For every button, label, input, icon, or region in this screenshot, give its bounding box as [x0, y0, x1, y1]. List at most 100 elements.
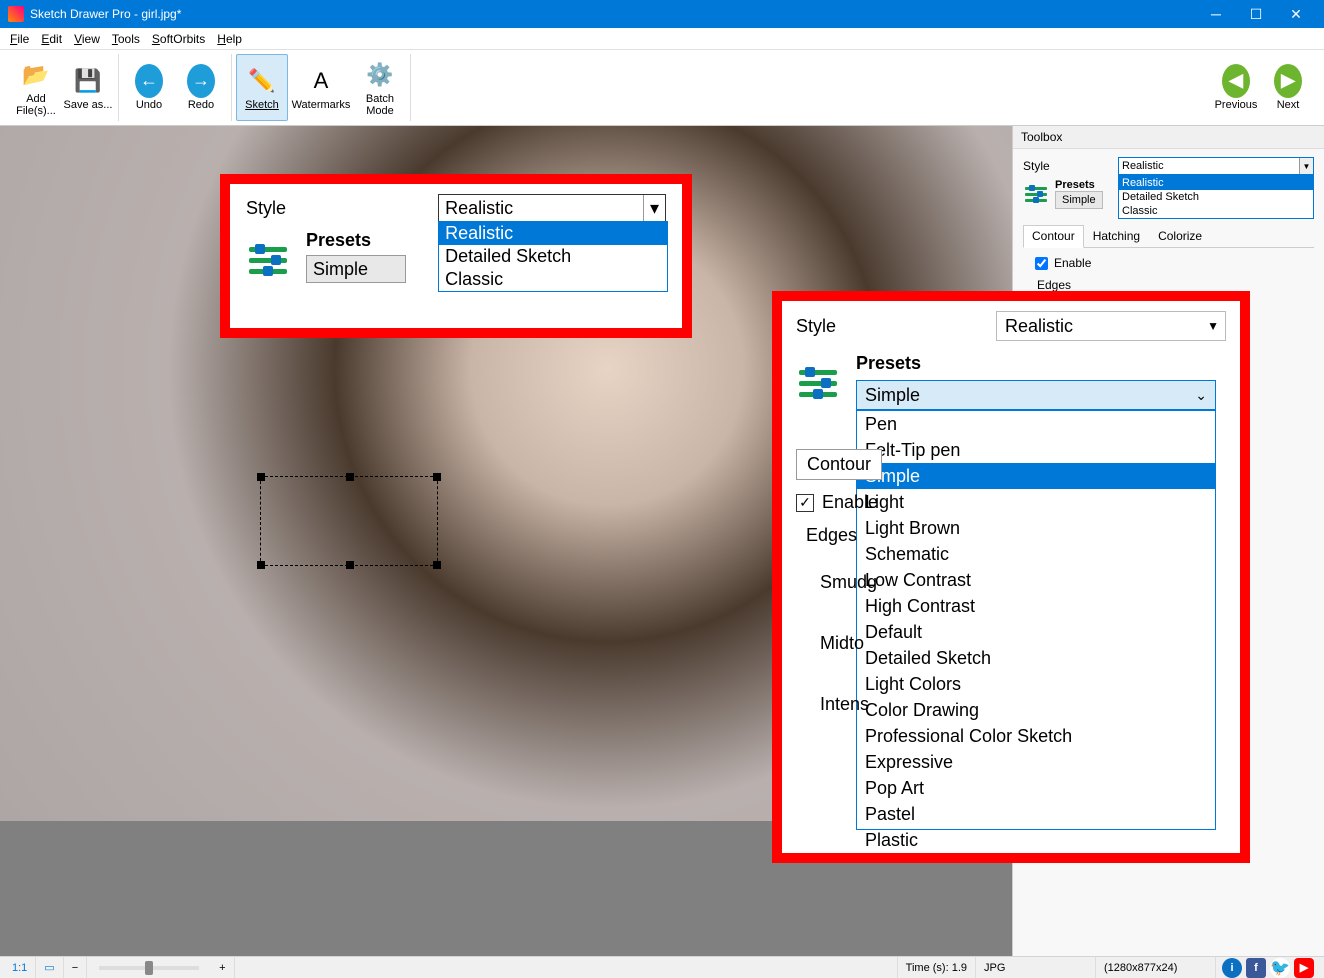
redo-icon: → [187, 67, 215, 95]
c1-presets-label: Presets [306, 230, 406, 251]
minimize-button[interactable]: ─ [1196, 0, 1236, 28]
zoom-slider[interactable] [99, 966, 199, 970]
c2-preset-option[interactable]: Professional Color Sketch [857, 723, 1215, 749]
c2-preset-option[interactable]: Low Contrast [857, 567, 1215, 593]
c2-preset-option[interactable]: Schematic [857, 541, 1215, 567]
batch-mode-button[interactable]: ⚙️Batch Mode [354, 54, 406, 121]
add-files-icon: 📂 [22, 61, 50, 89]
selection-handle[interactable] [433, 561, 441, 569]
c1-simple-button[interactable]: Simple [306, 255, 406, 283]
save-as-button[interactable]: 💾Save as... [62, 54, 114, 121]
toolbar: 📂Add File(s)... 💾Save as... ←Undo →Redo … [0, 50, 1324, 126]
status-dimensions: (1280x877x24) [1096, 957, 1216, 978]
selection-handle[interactable] [346, 473, 354, 481]
c2-preset-option[interactable]: Expressive [857, 749, 1215, 775]
c2-preset-option[interactable]: Light Colors [857, 671, 1215, 697]
sketch-icon: ✏️ [248, 67, 276, 95]
facebook-icon[interactable]: f [1246, 958, 1266, 978]
next-button[interactable]: ▶Next [1262, 54, 1314, 121]
c1-style-label: Style [246, 198, 438, 219]
tab-colorize[interactable]: Colorize [1149, 225, 1211, 247]
menu-file[interactable]: File [4, 30, 35, 48]
menu-view[interactable]: View [68, 30, 106, 48]
twitter-icon[interactable]: 🐦 [1270, 958, 1290, 978]
titlebar: Sketch Drawer Pro - girl.jpg* ─ ☐ ✕ [0, 0, 1324, 28]
callout-style-dropdown: Style Realistic ▾ Realistic Detailed Ske… [220, 174, 692, 338]
c2-enable-checkbox[interactable]: ✓ [796, 494, 814, 512]
tab-hatching[interactable]: Hatching [1084, 225, 1149, 247]
c2-style-combobox[interactable]: Realistic ▼ [996, 311, 1226, 341]
c2-preset-option[interactable]: Simple [857, 463, 1215, 489]
enable-checkbox[interactable] [1035, 257, 1048, 270]
c2-edges-label: Edges [806, 525, 882, 546]
c2-preset-option[interactable]: Default [857, 619, 1215, 645]
toolbox-tabs: Contour Hatching Colorize [1023, 225, 1314, 248]
c1-style-dropdown: Realistic Detailed Sketch Classic [438, 221, 668, 292]
menu-help[interactable]: Help [211, 30, 248, 48]
undo-icon: ← [135, 67, 163, 95]
c2-preset-option[interactable]: Pop Art [857, 775, 1215, 801]
social-links: i f 🐦 ▶ [1216, 958, 1320, 978]
presets-label: Presets [1055, 179, 1103, 191]
selection-handle[interactable] [257, 473, 265, 481]
selection-handle[interactable] [257, 561, 265, 569]
c2-preset-option[interactable]: Pen [857, 411, 1215, 437]
c2-presets-combobox[interactable]: Simple ⌄ PenFelt-Tip penSimpleLightLight… [856, 380, 1216, 410]
redo-button[interactable]: →Redo [175, 54, 227, 121]
sliders-icon [1023, 181, 1049, 207]
chevron-down-icon: ▼ [1207, 319, 1219, 333]
c2-preset-option[interactable]: Plastic [857, 827, 1215, 853]
c2-preset-option[interactable]: Felt-Tip pen [857, 437, 1215, 463]
c2-preset-option[interactable]: Pastel [857, 801, 1215, 827]
c1-style-combobox[interactable]: Realistic ▾ Realistic Detailed Sketch Cl… [438, 194, 666, 222]
c1-style-option[interactable]: Detailed Sketch [439, 245, 667, 268]
watermarks-button[interactable]: AWatermarks [288, 54, 354, 121]
add-files-button[interactable]: 📂Add File(s)... [10, 54, 62, 121]
previous-button[interactable]: ◀Previous [1210, 54, 1262, 121]
style-option[interactable]: Realistic [1119, 176, 1313, 190]
status-format: JPG [976, 957, 1096, 978]
style-option[interactable]: Classic [1119, 204, 1313, 218]
enable-label: Enable [1054, 256, 1091, 270]
style-combobox[interactable]: Realistic ▼ Realistic Detailed Sketch Cl… [1118, 157, 1314, 175]
close-button[interactable]: ✕ [1276, 0, 1316, 28]
presets-simple-button[interactable]: Simple [1055, 191, 1103, 209]
sliders-icon [796, 361, 840, 405]
gear-icon: ⚙️ [366, 61, 394, 89]
selection-rectangle[interactable] [260, 476, 438, 566]
c2-preset-option[interactable]: Light Brown [857, 515, 1215, 541]
callout-presets-dropdown: Style Realistic ▼ Presets Simple ⌄ PenFe… [772, 291, 1250, 863]
selection-handle[interactable] [433, 473, 441, 481]
c2-preset-option[interactable]: Detailed Sketch [857, 645, 1215, 671]
info-icon[interactable]: i [1222, 958, 1242, 978]
sketch-button[interactable]: ✏️Sketch [236, 54, 288, 121]
save-icon: 💾 [74, 67, 102, 95]
c1-style-option[interactable]: Classic [439, 268, 667, 291]
zoom-ratio[interactable]: 1:1 [4, 957, 36, 978]
menu-tools[interactable]: Tools [106, 30, 146, 48]
zoom-in-button[interactable]: + [211, 957, 234, 978]
c2-tab-contour[interactable]: Contour [796, 449, 882, 480]
zoom-out-button[interactable]: − [64, 957, 87, 978]
style-dropdown: Realistic Detailed Sketch Classic [1118, 175, 1314, 219]
c2-preset-option[interactable]: High Contrast [857, 593, 1215, 619]
menu-softorbits[interactable]: SoftOrbits [146, 30, 211, 48]
c2-presets-dropdown: PenFelt-Tip penSimpleLightLight BrownSch… [856, 410, 1216, 830]
tab-contour[interactable]: Contour [1023, 225, 1084, 248]
fit-screen-button[interactable]: ▭ [36, 957, 63, 978]
next-icon: ▶ [1274, 67, 1302, 95]
style-option[interactable]: Detailed Sketch [1119, 190, 1313, 204]
status-time: Time (s): 1.9 [898, 957, 976, 978]
c1-style-option[interactable]: Realistic [439, 222, 667, 245]
maximize-button[interactable]: ☐ [1236, 0, 1276, 28]
sliders-icon [246, 238, 290, 282]
chevron-down-icon: ▾ [643, 195, 665, 221]
c2-preset-option[interactable]: Light [857, 489, 1215, 515]
c2-enable-label: Enable [822, 492, 878, 513]
c2-style-label: Style [796, 316, 996, 337]
c2-preset-option[interactable]: Color Drawing [857, 697, 1215, 723]
selection-handle[interactable] [346, 561, 354, 569]
menu-edit[interactable]: Edit [35, 30, 68, 48]
youtube-icon[interactable]: ▶ [1294, 958, 1314, 978]
undo-button[interactable]: ←Undo [123, 54, 175, 121]
